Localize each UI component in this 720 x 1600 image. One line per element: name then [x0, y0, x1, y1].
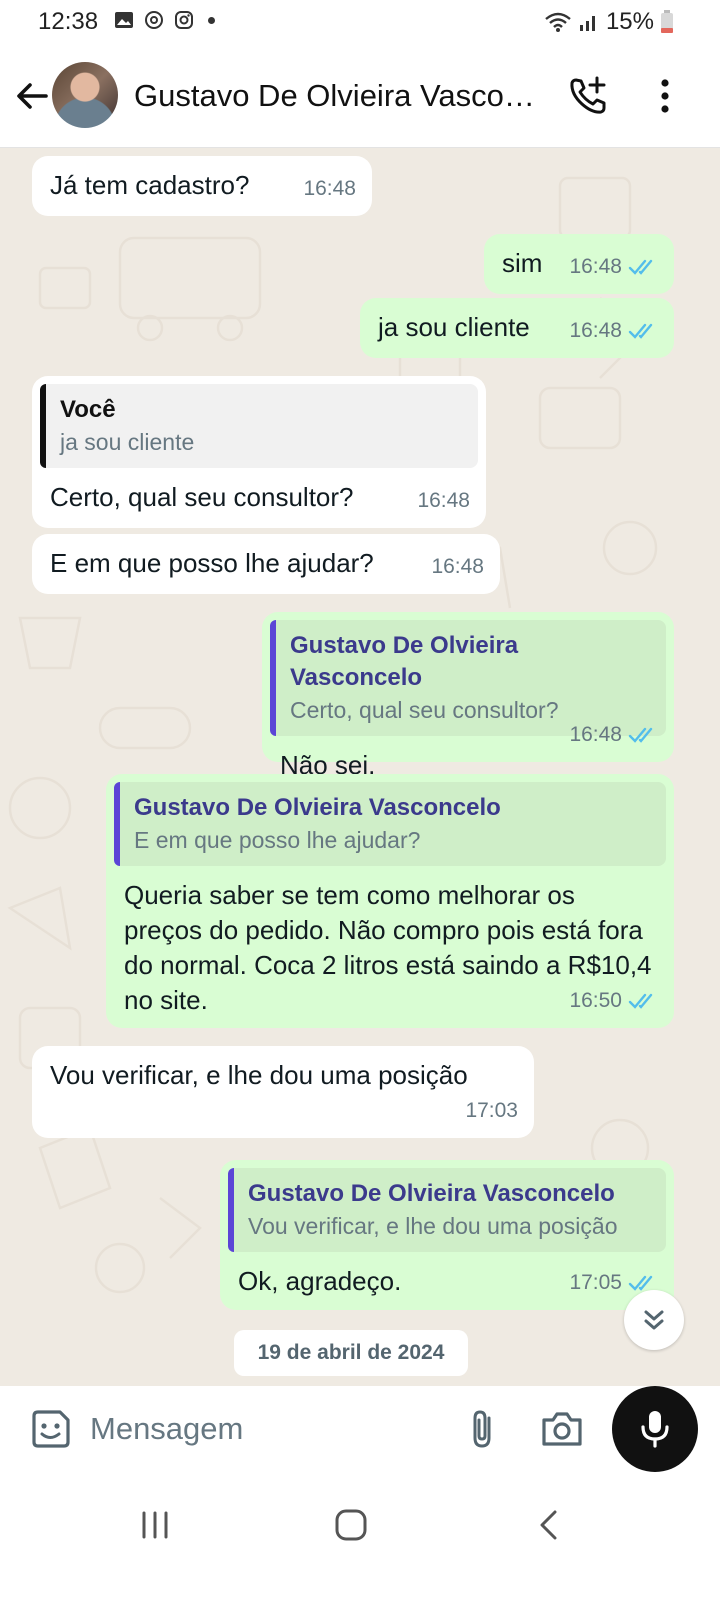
message-time: 16:48 — [569, 723, 622, 746]
back-arrow-icon[interactable] — [14, 78, 50, 114]
incoming-message[interactable]: Vou verificar, e lhe dou uma posição 17:… — [32, 1046, 534, 1138]
status-bar: 12:38 15% — [0, 0, 720, 44]
read-ticks-icon — [628, 1275, 653, 1291]
message-time: 16:50 — [569, 989, 622, 1012]
date-divider: 19 de abril de 2024 — [234, 1330, 468, 1376]
message-text: ja sou cliente — [378, 312, 530, 342]
quoted-author: Gustavo De Olvieira Vasconcelo — [290, 632, 519, 691]
voice-message-button[interactable] — [612, 1386, 698, 1472]
emoji-icon[interactable] — [30, 1408, 72, 1450]
message-text: E em que posso lhe ajudar? — [50, 548, 374, 578]
message-text: Ok, agradeço. — [238, 1266, 402, 1296]
contact-name[interactable]: Gustavo De Olvieira Vascon... — [134, 78, 544, 114]
read-ticks-icon — [628, 323, 653, 339]
quoted-author: Gustavo De Olvieira Vasconcelo — [248, 1180, 615, 1207]
message-time: 16:48 — [303, 177, 356, 200]
message-time: 16:48 — [569, 319, 622, 342]
incoming-message[interactable]: E em que posso lhe ajudar? 16:48 — [32, 534, 500, 594]
quoted-message[interactable]: Gustavo De Olvieira Vasconcelo Vou verif… — [228, 1168, 666, 1252]
quoted-author: Gustavo De Olvieira Vasconcelo — [134, 794, 501, 821]
message-input[interactable] — [90, 1406, 450, 1452]
message-time: 17:03 — [465, 1099, 518, 1122]
incoming-reply-message[interactable]: Você ja sou cliente Certo, qual seu cons… — [32, 376, 486, 528]
quoted-text: ja sou cliente — [60, 429, 195, 455]
message-text: Já tem cadastro? — [50, 170, 250, 200]
camera-icon[interactable] — [540, 1408, 584, 1450]
status-time: 12:38 — [38, 8, 99, 35]
message-time: 17:05 — [569, 1271, 622, 1294]
read-ticks-icon — [628, 727, 653, 743]
gallery-notification-icon — [115, 12, 133, 28]
home-icon[interactable] — [334, 1508, 368, 1542]
chat-header: Gustavo De Olvieira Vascon... — [0, 44, 720, 148]
message-text: sim — [502, 248, 543, 278]
outgoing-reply-message[interactable]: Gustavo De Olvieira Vasconcelo E em que … — [106, 774, 674, 1028]
outgoing-reply-message[interactable]: Gustavo De Olvieira Vasconcelo Vou verif… — [220, 1160, 674, 1310]
scroll-to-bottom-button[interactable] — [624, 1290, 684, 1350]
mic-icon — [641, 1411, 669, 1448]
outgoing-reply-message[interactable]: Gustavo De Olvieira Vasconcelo Certo, qu… — [262, 612, 674, 780]
threads-notification-icon — [145, 11, 163, 29]
chat-area[interactable]: Já tem cadastro? 16:48 sim 16:48 ja sou … — [0, 148, 720, 1386]
more-notifications-dot — [208, 16, 215, 24]
nav-back-icon[interactable] — [536, 1508, 560, 1542]
message-time: 16:48 — [569, 255, 622, 278]
battery-icon — [661, 10, 673, 33]
quoted-message[interactable]: Gustavo De Olvieira Vasconcelo E em que … — [114, 782, 666, 866]
read-ticks-icon — [628, 993, 653, 1009]
battery-percent: 15% — [605, 8, 654, 35]
double-chevron-down-icon — [644, 1310, 664, 1330]
add-call-icon[interactable] — [566, 74, 610, 118]
recent-apps-icon[interactable] — [138, 1510, 172, 1540]
more-vert-icon[interactable] — [648, 74, 682, 118]
message-time: 16:48 — [417, 489, 470, 512]
status-right: 15% — [544, 8, 674, 36]
incoming-message[interactable]: Já tem cadastro? 16:48 — [32, 156, 372, 216]
quoted-message[interactable]: Você ja sou cliente — [40, 384, 478, 468]
quoted-text: E em que posso lhe ajudar? — [134, 827, 421, 853]
message-text: Vou verificar, e lhe dou uma posição — [50, 1060, 468, 1090]
attach-icon[interactable] — [462, 1408, 502, 1450]
quoted-author: Você — [60, 396, 116, 423]
notification-icons — [114, 10, 215, 30]
signal-icon — [579, 16, 595, 31]
message-composer — [10, 1388, 604, 1470]
read-ticks-icon — [628, 259, 653, 275]
wifi-icon — [545, 12, 571, 32]
outgoing-message[interactable]: sim 16:48 — [484, 234, 674, 294]
quoted-text: Vou verificar, e lhe dou uma posição — [248, 1213, 618, 1239]
instagram-notification-icon — [175, 11, 193, 29]
message-text: Certo, qual seu consultor? — [50, 482, 354, 512]
message-time: 16:48 — [431, 555, 484, 578]
outgoing-message[interactable]: ja sou cliente 16:48 — [360, 298, 674, 358]
system-nav-bar — [0, 1478, 720, 1600]
contact-avatar[interactable] — [52, 62, 118, 128]
